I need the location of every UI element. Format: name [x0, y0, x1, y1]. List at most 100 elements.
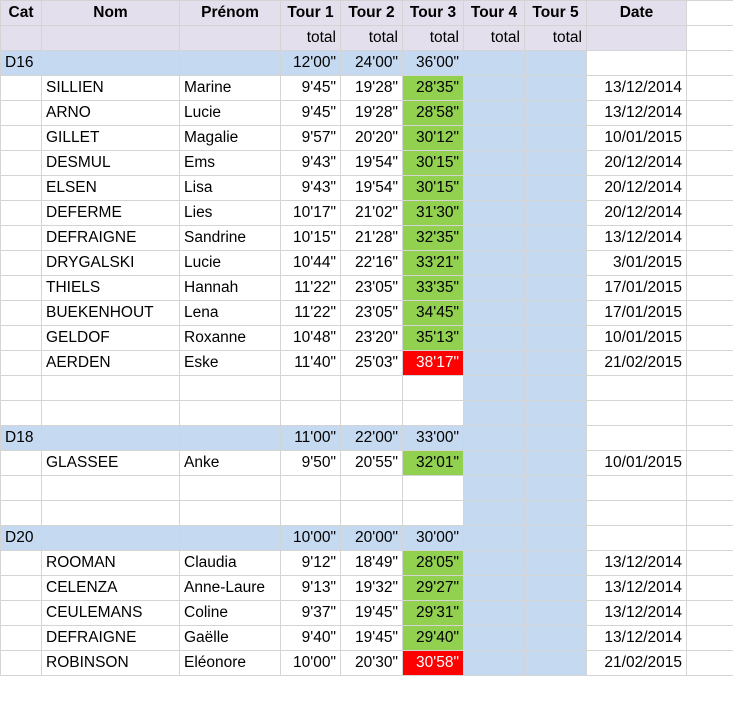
header-date[interactable]: Date: [586, 0, 687, 26]
cell-date[interactable]: 13/12/2014: [586, 625, 687, 651]
cell-tour5[interactable]: [524, 100, 587, 126]
cell-tour2[interactable]: 20'30": [340, 650, 403, 676]
cell-tour5[interactable]: [524, 550, 587, 576]
empty-cell[interactable]: [586, 425, 687, 451]
cell-date[interactable]: 17/01/2015: [586, 275, 687, 301]
cell-tour1[interactable]: 9'12": [280, 550, 341, 576]
cell-prenom[interactable]: Lisa: [179, 175, 281, 201]
empty-cell[interactable]: [686, 100, 733, 126]
cell-tour2[interactable]: 23'05": [340, 300, 403, 326]
cell-date[interactable]: 3/01/2015: [586, 250, 687, 276]
empty-cell[interactable]: [586, 50, 687, 76]
cell-nom[interactable]: CELENZA: [41, 575, 180, 601]
header-tour1[interactable]: Tour 1: [280, 0, 341, 26]
empty-cell[interactable]: [524, 375, 587, 401]
header-tour4[interactable]: Tour 4: [463, 0, 525, 26]
cell-tour1[interactable]: 9'50": [280, 450, 341, 476]
cell-date[interactable]: 20/12/2014: [586, 150, 687, 176]
cell-nom[interactable]: ROOMAN: [41, 550, 180, 576]
empty-cell[interactable]: [0, 275, 42, 301]
cell-prenom[interactable]: Anne-Laure: [179, 575, 281, 601]
cell-nom[interactable]: AERDEN: [41, 350, 180, 376]
cell-tour1[interactable]: 11'40": [280, 350, 341, 376]
cell-nom[interactable]: GLASSEE: [41, 450, 180, 476]
empty-cell[interactable]: [686, 50, 733, 76]
empty-cell[interactable]: [0, 150, 42, 176]
header-prenom[interactable]: Prénom: [179, 0, 281, 26]
empty-cell[interactable]: [0, 575, 42, 601]
cell-date[interactable]: 10/01/2015: [586, 125, 687, 151]
cell-date[interactable]: 13/12/2014: [586, 75, 687, 101]
empty-cell[interactable]: [179, 425, 281, 451]
cell-tour1[interactable]: 9'13": [280, 575, 341, 601]
cell-prenom[interactable]: Magalie: [179, 125, 281, 151]
empty-cell[interactable]: [41, 375, 180, 401]
cell-nom[interactable]: DESMUL: [41, 150, 180, 176]
empty-cell[interactable]: [686, 525, 733, 551]
cell-tour4[interactable]: [463, 325, 525, 351]
empty-cell[interactable]: [0, 75, 42, 101]
cell-tour1[interactable]: 9'40": [280, 625, 341, 651]
empty-cell[interactable]: [463, 400, 525, 426]
empty-cell[interactable]: [179, 50, 281, 76]
cell-tour3[interactable]: 33'21": [402, 250, 464, 276]
target-tour1[interactable]: 10'00": [280, 525, 341, 551]
empty-cell[interactable]: [0, 600, 42, 626]
cell-tour2[interactable]: 19'54": [340, 175, 403, 201]
target-tour1[interactable]: 11'00": [280, 425, 341, 451]
cell-nom[interactable]: ROBINSON: [41, 650, 180, 676]
cell-tour2[interactable]: 20'55": [340, 450, 403, 476]
empty-cell[interactable]: [524, 475, 587, 501]
empty-cell[interactable]: [686, 575, 733, 601]
empty-cell[interactable]: [463, 475, 525, 501]
subheader-total-tour4[interactable]: total: [463, 25, 525, 51]
cell-nom[interactable]: DEFERME: [41, 200, 180, 226]
cell-tour2[interactable]: 19'32": [340, 575, 403, 601]
cell-tour2[interactable]: 20'20": [340, 125, 403, 151]
cell-tour4[interactable]: [463, 175, 525, 201]
empty-cell[interactable]: [340, 500, 403, 526]
empty-cell[interactable]: [340, 375, 403, 401]
cell-date[interactable]: 13/12/2014: [586, 600, 687, 626]
empty-cell[interactable]: [41, 400, 180, 426]
empty-cell[interactable]: [524, 425, 587, 451]
cell-tour5[interactable]: [524, 200, 587, 226]
cell-date[interactable]: 10/01/2015: [586, 450, 687, 476]
cell-prenom[interactable]: Marine: [179, 75, 281, 101]
empty-cell[interactable]: [686, 600, 733, 626]
cell-tour5[interactable]: [524, 325, 587, 351]
empty-cell[interactable]: [41, 425, 180, 451]
empty-cell[interactable]: [686, 500, 733, 526]
cell-tour5[interactable]: [524, 625, 587, 651]
cell-tour2[interactable]: 19'45": [340, 600, 403, 626]
empty-cell[interactable]: [686, 250, 733, 276]
empty-cell[interactable]: [686, 150, 733, 176]
cell-tour5[interactable]: [524, 575, 587, 601]
empty-cell[interactable]: [0, 225, 42, 251]
cell-tour4[interactable]: [463, 225, 525, 251]
cell-tour3[interactable]: 28'05": [402, 550, 464, 576]
cell-tour4[interactable]: [463, 75, 525, 101]
empty-cell[interactable]: [686, 350, 733, 376]
cell-tour1[interactable]: 10'15": [280, 225, 341, 251]
subheader-total-tour1[interactable]: total: [280, 25, 341, 51]
empty-cell[interactable]: [586, 475, 687, 501]
cell-tour5[interactable]: [524, 250, 587, 276]
cell-tour4[interactable]: [463, 300, 525, 326]
empty-cell[interactable]: [686, 0, 733, 26]
cell-tour4[interactable]: [463, 625, 525, 651]
cell-tour4[interactable]: [463, 600, 525, 626]
cell-tour3[interactable]: 30'12": [402, 125, 464, 151]
cell-date[interactable]: 20/12/2014: [586, 175, 687, 201]
cell-date[interactable]: 13/12/2014: [586, 550, 687, 576]
cell-tour1[interactable]: 11'22": [280, 275, 341, 301]
empty-cell[interactable]: [686, 75, 733, 101]
cell-date[interactable]: 10/01/2015: [586, 325, 687, 351]
cell-tour3[interactable]: 30'58": [402, 650, 464, 676]
empty-cell[interactable]: [0, 450, 42, 476]
cell-tour1[interactable]: 10'44": [280, 250, 341, 276]
empty-cell[interactable]: [179, 525, 281, 551]
cell-tour1[interactable]: 9'45": [280, 75, 341, 101]
cell-tour1[interactable]: 10'00": [280, 650, 341, 676]
cell-tour4[interactable]: [463, 250, 525, 276]
